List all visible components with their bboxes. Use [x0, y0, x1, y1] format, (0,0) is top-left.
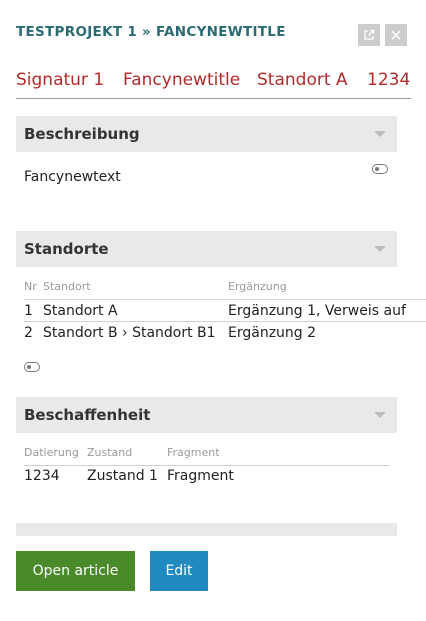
chevron-down-icon — [374, 131, 386, 137]
summary-datierung: 1234 — [367, 70, 411, 90]
table-cell-ergaenzung: Ergänzung 1, Verweis auf — [228, 303, 406, 319]
column-header-standort: Standort — [43, 280, 91, 293]
table-cell-datierung: 1234 — [24, 468, 60, 484]
page-title: TESTPROJEKT 1 » FANCYNEWTITLE — [16, 24, 286, 40]
section-header-beschreibung[interactable]: Beschreibung — [16, 116, 397, 152]
external-link-icon — [364, 29, 375, 40]
column-header-ergaenzung: Ergänzung — [228, 280, 287, 293]
table-cell-nr: 1 — [24, 303, 33, 319]
details-scroll-area[interactable]: Beschreibung Fancynewtext Standorte Nr S… — [0, 100, 426, 536]
column-header-datierung: Datierung — [24, 446, 79, 459]
chevron-down-icon — [374, 412, 386, 418]
chevron-down-icon — [374, 246, 386, 252]
column-header-fragment: Fragment — [167, 446, 220, 459]
section-header-standorte[interactable]: Standorte — [16, 231, 397, 267]
summary-bar: Signatur 1 Fancynewtitle Standort A 1234 — [16, 70, 411, 99]
section-header-next[interactable] — [16, 523, 397, 536]
close-button[interactable]: ✕ — [385, 24, 407, 46]
table-cell-fragment: Fragment — [167, 468, 234, 484]
footer-bar: Open article Edit — [0, 536, 426, 621]
table-row-divider — [24, 321, 426, 322]
section-title: Beschaffenheit — [24, 406, 151, 424]
column-header-zustand: Zustand — [87, 446, 133, 459]
open-article-button[interactable]: Open article — [16, 551, 135, 591]
close-icon: ✕ — [389, 25, 403, 45]
toggle-icon[interactable] — [372, 164, 388, 174]
section-title: Standorte — [24, 240, 109, 258]
summary-title: Fancynewtitle — [123, 70, 241, 90]
table-cell-nr: 2 — [24, 325, 33, 341]
section-title: Beschreibung — [24, 125, 140, 143]
summary-standort: Standort A — [257, 70, 348, 90]
section-header-beschaffenheit[interactable]: Beschaffenheit — [16, 397, 397, 433]
edit-button[interactable]: Edit — [150, 551, 208, 591]
toggle-icon[interactable] — [24, 362, 40, 372]
table-cell-standort: Standort A — [43, 303, 118, 319]
popout-button[interactable] — [358, 24, 380, 46]
panel-header: TESTPROJEKT 1 » FANCYNEWTITLE ✕ — [16, 24, 410, 48]
table-cell-standort: Standort B › Standort B1 — [43, 325, 216, 341]
table-divider — [24, 465, 389, 466]
description-text: Fancynewtext — [24, 169, 121, 185]
table-divider — [24, 299, 426, 300]
table-cell-ergaenzung: Ergänzung 2 — [228, 325, 317, 341]
summary-signatur: Signatur 1 — [16, 70, 105, 90]
table-cell-zustand: Zustand 1 — [87, 468, 158, 484]
column-header-nr: Nr — [24, 280, 37, 293]
